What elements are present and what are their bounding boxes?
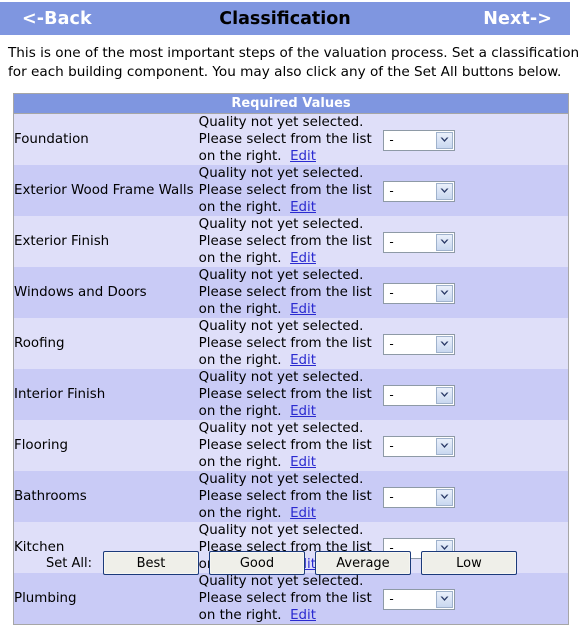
- table-row: Interior Finish Quality not yet selected.…: [14, 369, 568, 420]
- table-row: Windows and Doors Quality not yet selecte…: [14, 267, 568, 318]
- status-message-cell: Quality not yet selected. Please select …: [198, 318, 384, 369]
- set-all-low-button[interactable]: Low: [420, 551, 517, 575]
- component-label: Roofing: [14, 318, 199, 369]
- set-all-average-button[interactable]: Average: [314, 551, 411, 575]
- component-label: Interior Finish: [14, 369, 199, 420]
- table-row: Plumbing Quality not yet selected. Please…: [14, 573, 568, 624]
- edit-link[interactable]: Edit: [290, 353, 316, 368]
- edit-link[interactable]: Edit: [290, 404, 316, 419]
- quality-select-value: -: [389, 183, 394, 198]
- quality-select-cell: -: [383, 471, 568, 522]
- intro-paragraph: This is one of the most important steps …: [8, 45, 580, 80]
- edit-link[interactable]: Edit: [290, 608, 316, 623]
- set-all-row: Set All: Best Good Average Low: [0, 551, 582, 575]
- required-values-table: Required Values Foundation Quality not ye…: [13, 93, 569, 625]
- chevron-down-icon[interactable]: [436, 284, 454, 302]
- table-row: Bathrooms Quality not yet selected. Pleas…: [14, 471, 568, 522]
- quality-select-cell: -: [383, 420, 568, 471]
- component-label: Bathrooms: [14, 471, 199, 522]
- quality-select-cell: -: [383, 318, 568, 369]
- status-message: Quality not yet selected. Please select …: [198, 268, 372, 317]
- edit-link[interactable]: Edit: [290, 506, 316, 521]
- edit-link[interactable]: Edit: [290, 200, 316, 215]
- component-label: Windows and Doors: [14, 267, 199, 318]
- status-message: Quality not yet selected. Please select …: [198, 574, 372, 623]
- table-row: Exterior Wood Frame Walls Quality not yet…: [14, 165, 568, 216]
- status-message-cell: Quality not yet selected. Please select …: [198, 216, 384, 267]
- status-message: Quality not yet selected. Please select …: [198, 370, 372, 419]
- quality-select-cell: -: [383, 165, 568, 216]
- set-all-good-button[interactable]: Good: [208, 551, 305, 575]
- set-all-label: Set All:: [46, 555, 92, 571]
- back-link[interactable]: <-Back: [22, 9, 92, 29]
- chevron-down-icon[interactable]: [436, 386, 454, 404]
- top-navigation-bar: <-Back Classification Next->: [0, 2, 570, 35]
- quality-select-cell: -: [383, 369, 568, 420]
- set-all-best-button[interactable]: Best: [102, 551, 199, 575]
- table-row: Exterior Finish Quality not yet selected.…: [14, 216, 568, 267]
- edit-link[interactable]: Edit: [290, 149, 316, 164]
- quality-select-value: -: [389, 234, 394, 249]
- edit-link[interactable]: Edit: [290, 455, 316, 470]
- component-label: Plumbing: [14, 573, 199, 624]
- quality-select-value: -: [389, 132, 394, 147]
- status-message-cell: Quality not yet selected. Please select …: [198, 113, 384, 165]
- quality-select-value: -: [389, 489, 394, 504]
- chevron-down-icon[interactable]: [436, 437, 454, 455]
- quality-select[interactable]: -: [383, 588, 456, 610]
- chevron-down-icon[interactable]: [436, 335, 454, 353]
- status-message-cell: Quality not yet selected. Please select …: [198, 420, 384, 471]
- edit-link[interactable]: Edit: [290, 302, 316, 317]
- quality-select-cell: -: [383, 216, 568, 267]
- quality-select[interactable]: -: [383, 333, 456, 355]
- quality-select[interactable]: -: [383, 129, 456, 151]
- quality-select[interactable]: -: [383, 384, 456, 406]
- component-label: Exterior Wood Frame Walls: [14, 165, 199, 216]
- status-message: Quality not yet selected. Please select …: [198, 472, 372, 521]
- status-message-cell: Quality not yet selected. Please select …: [198, 165, 384, 216]
- status-message-cell: Quality not yet selected. Please select …: [198, 267, 384, 318]
- quality-select[interactable]: -: [383, 231, 456, 253]
- chevron-down-icon[interactable]: [436, 233, 454, 251]
- status-message: Quality not yet selected. Please select …: [198, 115, 372, 164]
- status-message: Quality not yet selected. Please select …: [198, 166, 372, 215]
- quality-select[interactable]: -: [383, 180, 456, 202]
- status-message-cell: Quality not yet selected. Please select …: [198, 369, 384, 420]
- table-row: Roofing Quality not yet selected. Please …: [14, 318, 568, 369]
- status-message-cell: Quality not yet selected. Please select …: [198, 471, 384, 522]
- quality-select[interactable]: -: [383, 282, 456, 304]
- component-label: Foundation: [14, 113, 199, 165]
- status-message: Quality not yet selected. Please select …: [198, 319, 372, 368]
- table-row: Flooring Quality not yet selected. Please…: [14, 420, 568, 471]
- status-message-cell: Quality not yet selected. Please select …: [198, 573, 384, 624]
- next-link[interactable]: Next->: [483, 9, 552, 29]
- quality-select[interactable]: -: [383, 435, 456, 457]
- quality-select-cell: -: [383, 113, 568, 165]
- chevron-down-icon[interactable]: [436, 488, 454, 506]
- chevron-down-icon[interactable]: [436, 131, 454, 149]
- status-message: Quality not yet selected. Please select …: [198, 217, 372, 266]
- edit-link[interactable]: Edit: [290, 251, 316, 266]
- quality-select-cell: -: [383, 573, 568, 624]
- table-row: Foundation Quality not yet selected. Plea…: [14, 113, 568, 165]
- table-header-required-values: Required Values: [14, 94, 568, 114]
- quality-select-value: -: [389, 438, 394, 453]
- quality-select-value: -: [389, 591, 394, 606]
- quality-select[interactable]: -: [383, 486, 456, 508]
- quality-select-cell: -: [383, 267, 568, 318]
- quality-select-value: -: [389, 285, 394, 300]
- quality-select-value: -: [389, 387, 394, 402]
- chevron-down-icon[interactable]: [436, 590, 454, 608]
- status-message: Quality not yet selected. Please select …: [198, 421, 372, 470]
- chevron-down-icon[interactable]: [436, 182, 454, 200]
- component-label: Flooring: [14, 420, 199, 471]
- component-label: Exterior Finish: [14, 216, 199, 267]
- quality-select-value: -: [389, 336, 394, 351]
